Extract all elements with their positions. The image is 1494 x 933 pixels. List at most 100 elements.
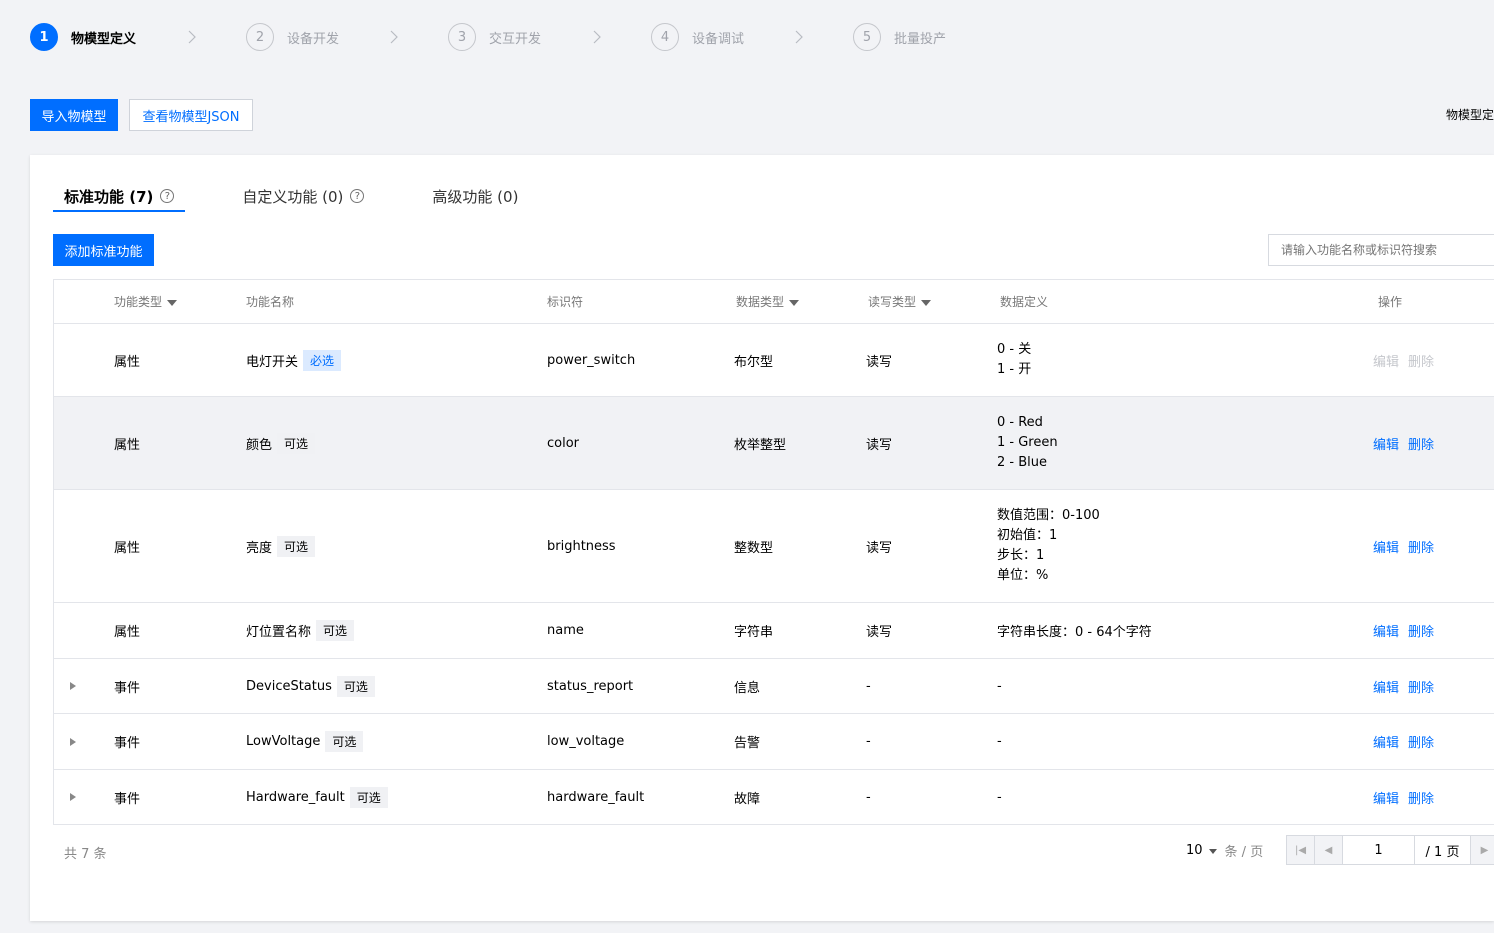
actions-cell: 编辑 删除	[1373, 770, 1443, 824]
feature-table: 功能类型 功能名称 标识符 数据类型 读写类型 数据定义 操作 属性 电灯开关必…	[53, 279, 1494, 825]
tab-label: 高级功能 (0)	[432, 187, 519, 206]
data-type-cell: 布尔型	[734, 354, 774, 370]
type-cell: 属性	[114, 354, 141, 370]
expand-row-toggle[interactable]	[70, 714, 76, 769]
delete-button[interactable]: 删除	[1408, 434, 1434, 453]
step-label: 交互开发	[489, 31, 542, 47]
tab-standard[interactable]: 标准功能 (7) ?	[53, 181, 186, 212]
name-cell: Hardware_fault 可选	[246, 770, 388, 824]
required-badge: 必选	[303, 349, 342, 371]
search-input[interactable]	[1268, 234, 1494, 266]
tab-advanced[interactable]: 高级功能 (0)	[421, 181, 529, 211]
pagination: |◀ ◀ / 1 页 ▶	[1286, 835, 1494, 865]
filter-icon[interactable]	[921, 299, 932, 306]
edit-button[interactable]: 编辑	[1373, 732, 1399, 751]
edit-button: 编辑	[1373, 354, 1400, 370]
actions-cell: 编辑 删除	[1373, 659, 1443, 713]
table-row: 属性 灯位置名称 可选 name 字符串 读写 字符串长度：0 - 64个字符 编…	[54, 603, 1494, 659]
rw-cell: 读写	[866, 625, 893, 640]
actions-cell: 编辑 删除	[1373, 603, 1443, 658]
chevron-right-icon	[592, 30, 602, 44]
table-row: 属性 电灯开关 必选 power_switch 布尔型 读写 0 - 关 1 - …	[54, 324, 1494, 397]
delete-button[interactable]: 删除	[1408, 537, 1434, 556]
add-standard-feature-button[interactable]: 添加标准功能	[53, 234, 154, 266]
step-2[interactable]: 2 设备开发	[246, 22, 339, 52]
filter-icon[interactable]	[789, 299, 800, 306]
step-label: 批量投产	[894, 31, 947, 47]
identifier-cell: hardware_fault	[547, 789, 645, 805]
view-json-button[interactable]: 查看物模型JSON	[129, 99, 253, 131]
name-cell: 亮度 可选	[246, 490, 316, 602]
page-size-value: 10	[1186, 843, 1203, 858]
optional-badge: 可选	[277, 432, 316, 454]
edit-button[interactable]: 编辑	[1373, 677, 1399, 696]
step-number: 3	[448, 23, 476, 51]
delete-button[interactable]: 删除	[1408, 677, 1434, 696]
optional-badge: 可选	[349, 786, 388, 808]
step-4[interactable]: 4 设备调试	[651, 22, 744, 52]
rw-cell: -	[866, 734, 871, 749]
table-row: 属性 颜色 可选 color 枚举整型 读写 0 - Red 1 - Green …	[54, 397, 1494, 490]
page-size-select[interactable]: 10 条 / 页	[1186, 841, 1263, 860]
column-rw-type[interactable]: 读写类型	[868, 280, 932, 323]
edit-button[interactable]: 编辑	[1373, 434, 1399, 453]
data-type-cell: 枚举整型	[734, 437, 787, 453]
name-cell: 灯位置名称 可选	[246, 603, 355, 658]
feature-card: 标准功能 (7) ? 自定义功能 (0) ? 高级功能 (0) 添加标准功能 功…	[30, 155, 1494, 921]
step-5[interactable]: 5 批量投产	[853, 22, 946, 52]
name-cell: DeviceStatus 可选	[246, 659, 375, 713]
type-cell: 事件	[114, 736, 141, 751]
prev-page-icon[interactable]: ◀	[1315, 836, 1343, 864]
model-definition-link[interactable]: 物模型定	[1446, 106, 1494, 123]
filter-icon[interactable]	[167, 299, 178, 306]
name-cell: 电灯开关 必选	[246, 324, 342, 396]
help-icon[interactable]: ?	[350, 189, 365, 203]
rw-cell: 读写	[866, 540, 893, 556]
edit-button[interactable]: 编辑	[1373, 537, 1399, 556]
import-model-button[interactable]: 导入物模型	[30, 99, 118, 131]
definition-cell: 0 - Red 1 - Green 2 - Blue	[997, 415, 1058, 470]
step-number: 4	[651, 23, 679, 51]
definition-cell: 0 - 关 1 - 开	[997, 342, 1032, 377]
definition-cell: -	[997, 678, 1002, 694]
identifier-cell: name	[547, 623, 584, 638]
actions-cell: 编辑 删除	[1373, 714, 1443, 769]
table-row: 事件 Hardware_fault 可选 hardware_fault 故障 - …	[54, 770, 1494, 824]
tab-custom[interactable]: 自定义功能 (0) ?	[231, 181, 375, 211]
page-number-input[interactable]	[1343, 836, 1415, 864]
first-page-icon[interactable]: |◀	[1287, 836, 1315, 864]
column-type[interactable]: 功能类型	[114, 280, 178, 323]
edit-button[interactable]: 编辑	[1373, 788, 1399, 807]
step-3[interactable]: 3 交互开发	[448, 22, 541, 52]
chevron-right-icon	[389, 30, 399, 44]
definition-cell: -	[997, 789, 1002, 805]
next-page-icon[interactable]: ▶	[1471, 836, 1494, 864]
step-number: 1	[30, 23, 58, 51]
actions-cell: 编辑 删除	[1373, 324, 1443, 396]
step-label: 物模型定义	[71, 31, 137, 47]
expand-row-toggle[interactable]	[70, 659, 76, 713]
table-row: 属性 亮度 可选 brightness 整数型 读写 数值范围：0-100 初始值…	[54, 490, 1494, 603]
definition-cell: -	[997, 734, 1002, 749]
rw-cell: -	[866, 789, 871, 805]
column-name: 功能名称	[246, 295, 295, 309]
type-cell: 属性	[114, 437, 141, 453]
delete-button[interactable]: 删除	[1408, 788, 1434, 807]
delete-button: 删除	[1408, 354, 1435, 370]
rw-cell: -	[866, 678, 871, 694]
name-cell: LowVoltage 可选	[246, 714, 364, 769]
step-1[interactable]: 1 物模型定义	[30, 22, 136, 52]
name-cell: 颜色 可选	[246, 397, 316, 489]
column-data-type[interactable]: 数据类型	[736, 280, 800, 323]
tab-label: 自定义功能 (0)	[242, 187, 344, 206]
step-label: 设备开发	[287, 31, 340, 47]
actions-cell: 编辑 删除	[1373, 490, 1443, 602]
delete-button[interactable]: 删除	[1408, 732, 1434, 751]
help-icon[interactable]: ?	[160, 189, 175, 203]
table-row: 事件 DeviceStatus 可选 status_report 信息 - - 编…	[54, 659, 1494, 714]
chevron-right-icon	[794, 30, 804, 44]
edit-button[interactable]: 编辑	[1373, 621, 1399, 640]
step-number: 5	[853, 23, 881, 51]
expand-row-toggle[interactable]	[70, 770, 76, 824]
delete-button[interactable]: 删除	[1408, 621, 1434, 640]
